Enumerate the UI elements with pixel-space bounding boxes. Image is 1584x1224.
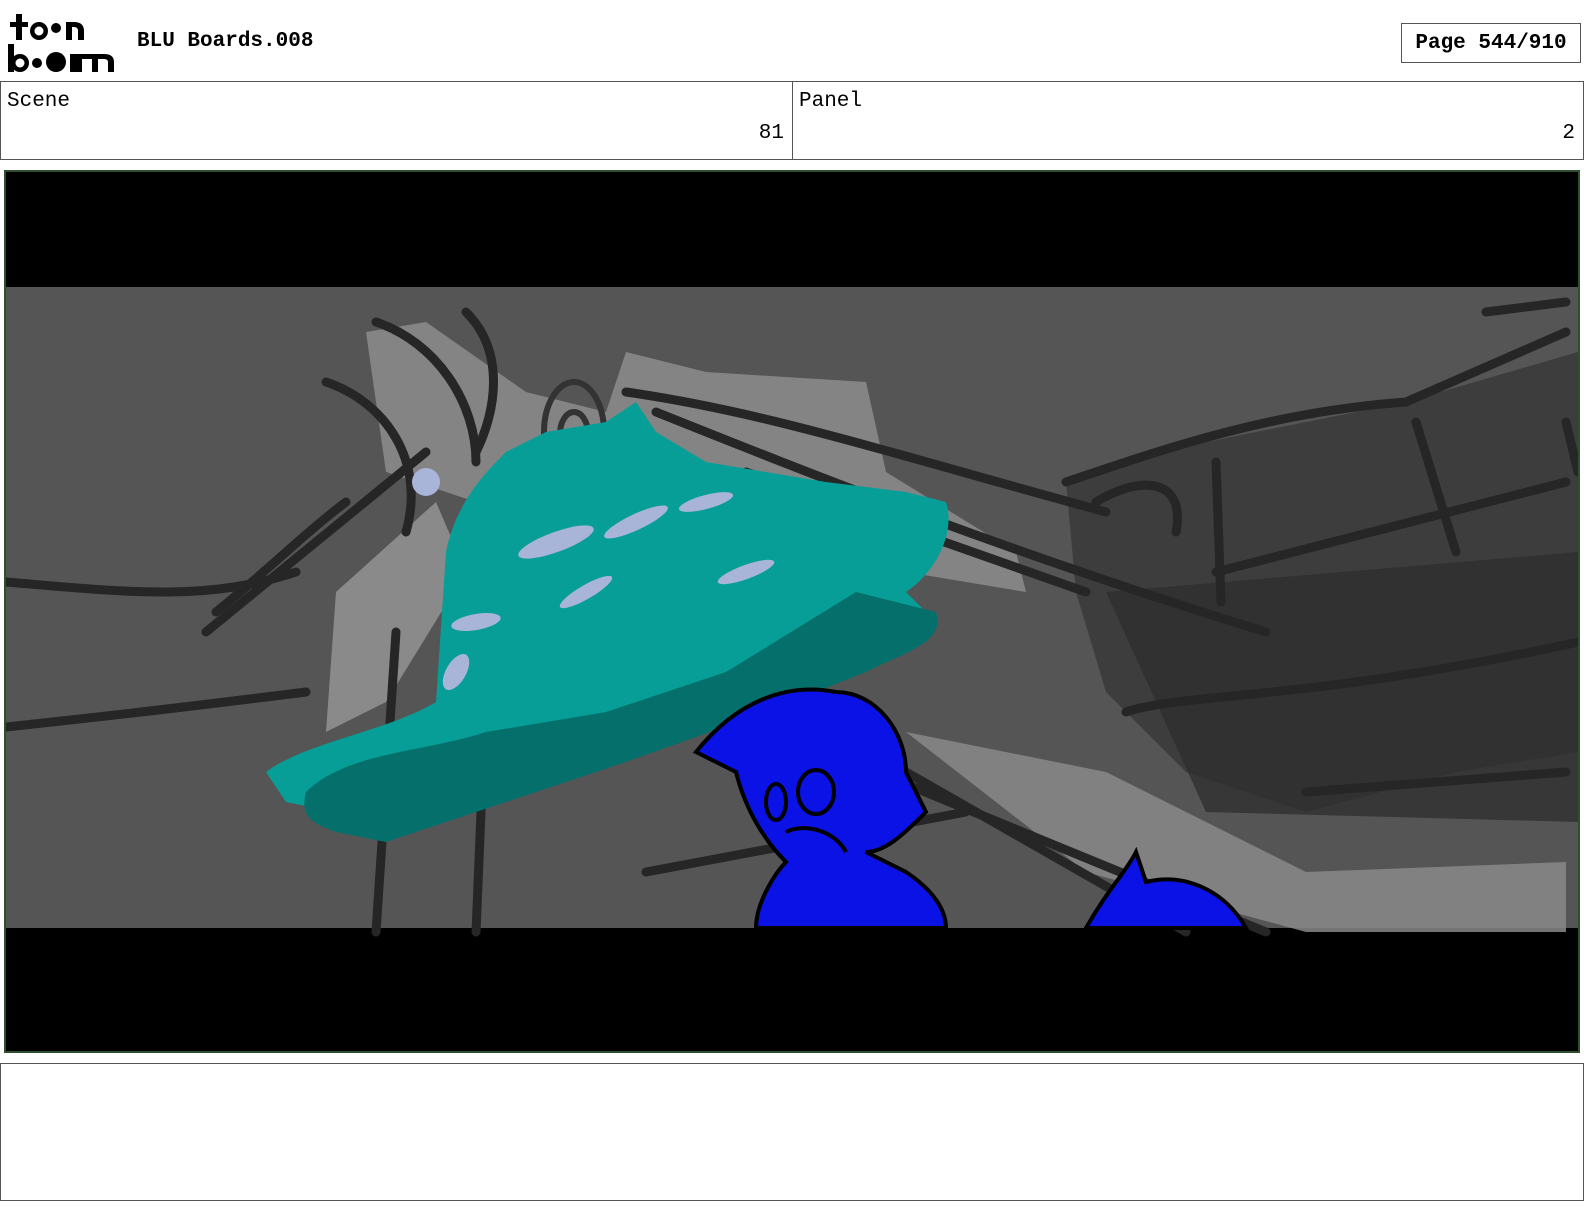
document-title: BLU Boards.008	[137, 30, 314, 53]
panel-field: Panel 2	[792, 82, 1584, 160]
panel-value: 2	[1562, 122, 1575, 145]
page-indicator: Page 544/910	[1401, 23, 1581, 63]
scene-field: Scene 81	[0, 82, 793, 160]
panel-label: Panel	[799, 90, 863, 113]
notes-box	[0, 1063, 1584, 1201]
scene-value: 81	[758, 122, 784, 145]
toon-boom-logo	[4, 12, 116, 76]
scene-label: Scene	[7, 90, 71, 113]
storyboard-panel-image	[4, 170, 1580, 1053]
